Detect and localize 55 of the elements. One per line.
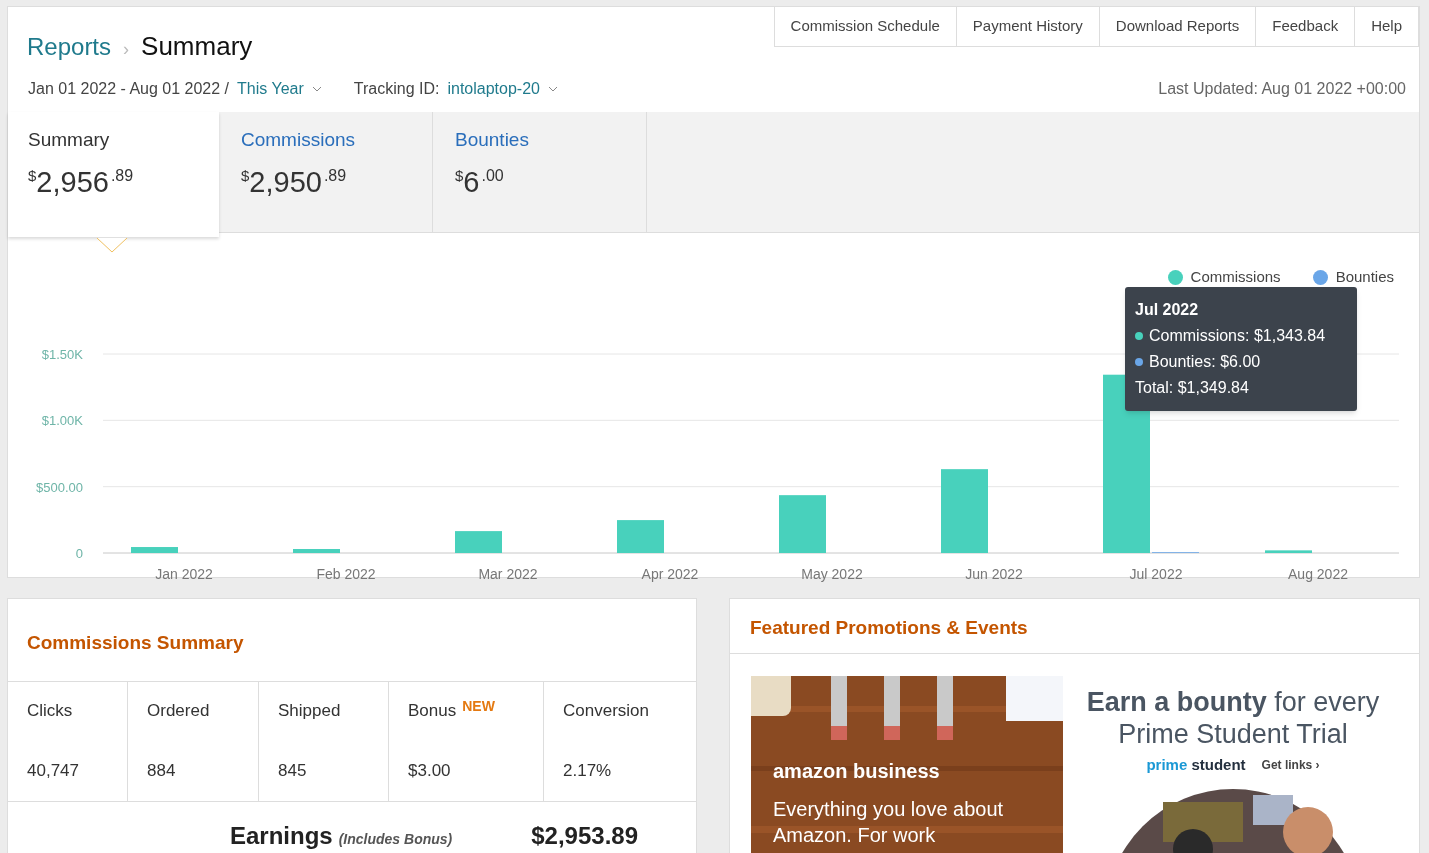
stat-label: Clicks: [27, 700, 73, 722]
earnings-value: $2,953.89: [531, 821, 638, 851]
axis-label: May 2022: [801, 566, 863, 582]
card-title: Commissions Summary: [8, 599, 696, 682]
bar: [779, 495, 826, 553]
card-title: Featured Promotions & Events: [730, 599, 1419, 654]
axis-label: Feb 2022: [316, 566, 376, 582]
chart-tooltip: Jul 2022 Commissions: $1,343.84 Bounties: $6.00 Total: $1,349.84: [1125, 287, 1357, 411]
banner-tagline: Everything you love about Amazon. For work: [773, 797, 1005, 848]
stat-label: Bonus: [408, 700, 457, 722]
chevron-icon: [547, 86, 558, 92]
axis-label: $500.00: [36, 479, 83, 495]
banner-brand: amazon business: [773, 759, 941, 784]
legend-label[interactable]: Bounties: [1335, 265, 1394, 289]
nav-tab[interactable]: Help: [1354, 6, 1419, 47]
tracking-label: Tracking ID:: [353, 79, 440, 99]
nav-tab[interactable]: Commission Schedule: [773, 6, 957, 47]
stat-value: 2.17%: [563, 759, 613, 782]
bar: [131, 547, 178, 553]
stat-value: 845: [278, 759, 308, 782]
axis-label: Apr 2022: [641, 566, 699, 582]
breadcrumb-link[interactable]: Reports: [27, 29, 112, 65]
axis-label: 0: [75, 546, 83, 561]
bar: [1265, 550, 1312, 553]
legend-label[interactable]: Commissions: [1190, 265, 1281, 289]
breadcrumb-separator: ›: [123, 38, 130, 61]
stat-value: 884: [147, 759, 177, 782]
axis-label: Mar 2022: [478, 566, 538, 582]
axis-label: $1.50K: [41, 347, 83, 362]
caret-icon: [96, 237, 128, 253]
bar: [617, 520, 664, 553]
axis-label: $1.00K: [41, 413, 83, 429]
banner-headline: Earn a bounty for every Prime Student Trial: [1085, 686, 1381, 750]
last-updated: Last Updated: Aug 01 2022 +00:00: [1158, 79, 1406, 99]
get-links-link[interactable]: Get links ›: [1261, 756, 1320, 775]
chevron-icon: [311, 86, 322, 92]
tracking-dropdown[interactable]: intolaptop-20: [447, 77, 558, 101]
stat-label: Shipped: [278, 700, 341, 722]
earnings-label: Earnings: [230, 821, 333, 851]
stat-label: Conversion: [563, 700, 649, 722]
new-label: NEW: [462, 697, 495, 716]
date-range: Jan 01 2022 - Aug 01 2022 /: [28, 79, 230, 99]
axis-label: Aug 2022: [1288, 566, 1348, 582]
stat-value: 40,747: [27, 759, 80, 782]
stat-value: $3.00: [408, 759, 452, 782]
page-title: Summary: [141, 30, 253, 63]
period-dropdown[interactable]: This Year: [237, 77, 322, 101]
axis-label: Jun 2022: [965, 566, 1023, 582]
bar: [455, 531, 502, 553]
bar: [293, 549, 340, 553]
prime-student-logo: prime student: [1146, 755, 1246, 775]
earnings-note: (Includes Bonus): [338, 830, 453, 849]
axis-label: Jan 2022: [155, 566, 213, 582]
axis-label: Jul 2022: [1129, 566, 1183, 582]
stat-label: Ordered: [147, 700, 210, 722]
